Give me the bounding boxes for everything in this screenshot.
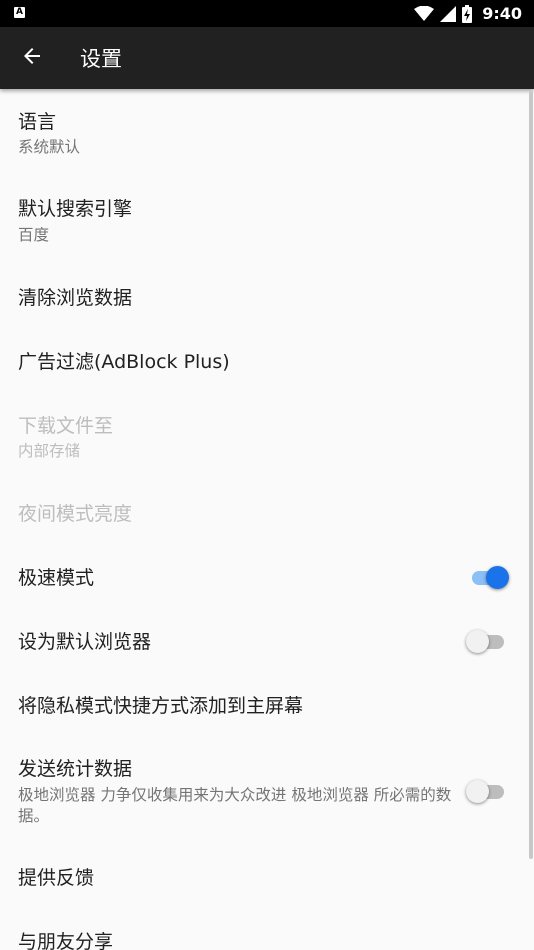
wifi-icon (414, 5, 435, 21)
default-browser-switch[interactable] (466, 630, 504, 653)
setting-title: 将隐私模式快捷方式添加到主屏幕 (18, 695, 304, 717)
setting-subtitle: 百度 (18, 226, 50, 244)
setting-night-mode-brightness: 夜间模式亮度 (0, 481, 530, 545)
setting-subtitle: 系统默认 (18, 138, 81, 156)
setting-title: 清除浏览数据 (18, 287, 133, 309)
back-arrow-icon[interactable] (20, 44, 44, 68)
signal-icon (440, 5, 457, 22)
setting-title: 下载文件至 (18, 415, 114, 437)
page-title: 设置 (80, 47, 122, 71)
setting-speed-mode[interactable]: 极速模式 (0, 545, 530, 609)
switch-thumb (486, 566, 509, 589)
setting-download-location: 下载文件至 内部存储 (0, 393, 530, 481)
setting-language[interactable]: 语言 系统默认 (0, 89, 530, 177)
scrollbar[interactable] (529, 91, 533, 859)
speed-mode-switch[interactable] (472, 566, 509, 589)
setting-title: 与朋友分享 (18, 931, 114, 950)
setting-adblock[interactable]: 广告过滤(AdBlock Plus) (0, 329, 530, 393)
setting-feedback[interactable]: 提供反馈 (0, 847, 530, 911)
setting-title: 提供反馈 (18, 867, 95, 889)
setting-title: 广告过滤(AdBlock Plus) (18, 351, 230, 373)
setting-search-engine[interactable]: 默认搜索引擎 百度 (0, 177, 530, 265)
switch-thumb (466, 780, 489, 803)
switch-thumb (466, 630, 489, 653)
setting-subtitle: 极地浏览器 力争仅收集用来为大众改进 极地浏览器 所必需的数据。 (18, 786, 452, 825)
setting-title: 默认搜索引擎 (18, 198, 133, 220)
setting-default-browser[interactable]: 设为默认浏览器 (0, 609, 530, 673)
setting-title: 极速模式 (18, 567, 95, 589)
setting-incognito-shortcut[interactable]: 将隐私模式快捷方式添加到主屏幕 (0, 673, 530, 737)
setting-title: 设为默认浏览器 (18, 631, 152, 653)
setting-title: 语言 (18, 111, 57, 133)
toolbar: 设置 (0, 27, 534, 89)
setting-send-statistics[interactable]: 发送统计数据 极地浏览器 力争仅收集用来为大众改进 极地浏览器 所必需的数据。 (0, 737, 530, 847)
app-notification-icon: A (14, 7, 25, 18)
setting-clear-browsing-data[interactable]: 清除浏览数据 (0, 265, 530, 329)
setting-title: 发送统计数据 (18, 758, 133, 780)
setting-share[interactable]: 与朋友分享 (0, 911, 530, 950)
settings-list: 语言 系统默认 默认搜索引擎 百度 清除浏览数据 广告过滤(AdBlock Pl… (0, 89, 534, 950)
clock: 9:40 (482, 4, 522, 23)
setting-title: 夜间模式亮度 (18, 503, 133, 525)
setting-subtitle: 内部存储 (18, 442, 81, 460)
status-bar: A 9:40 (0, 0, 534, 27)
send-statistics-switch[interactable] (466, 780, 504, 803)
battery-charging-icon (462, 4, 473, 23)
